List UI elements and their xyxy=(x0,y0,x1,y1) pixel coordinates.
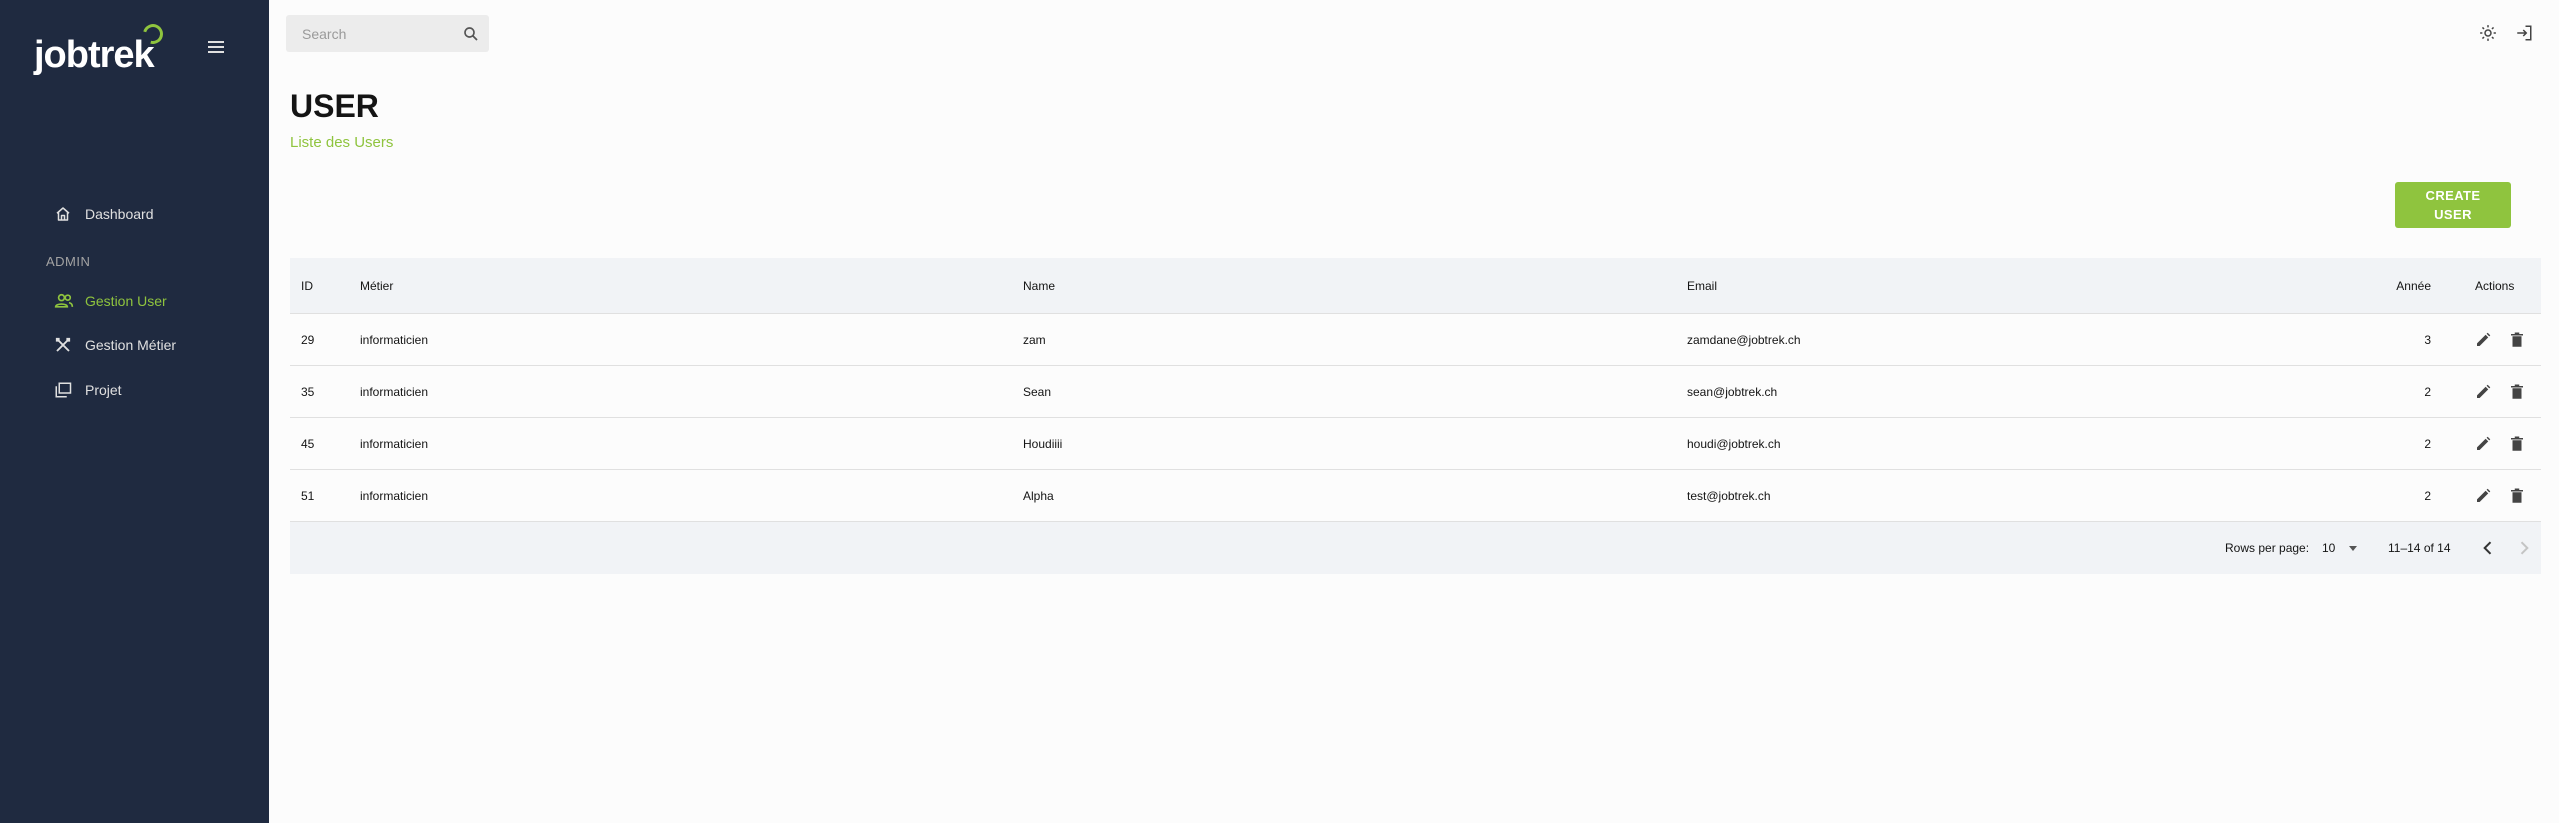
cell-email: zamdane@jobtrek.ch xyxy=(1687,332,1801,347)
cell-id: 35 xyxy=(301,384,315,399)
page-title: USER xyxy=(290,88,379,124)
sidebar-item-label: Gestion Métier xyxy=(85,337,177,353)
jobtrek-logo[interactable]: jobtrek xyxy=(34,20,169,78)
sidebar-item-projet[interactable]: Projet xyxy=(40,374,122,406)
tools-icon xyxy=(40,336,85,354)
cell-email: sean@jobtrek.ch xyxy=(1687,384,1778,399)
pencil-icon[interactable] xyxy=(2474,383,2492,401)
sidebar-item-gestion-metier[interactable]: Gestion Métier xyxy=(40,329,176,361)
pencil-icon[interactable] xyxy=(2474,487,2492,505)
cell-name: Alpha xyxy=(1023,488,1054,503)
trash-icon[interactable] xyxy=(2508,331,2526,349)
table-row[interactable]: 29 informaticien zam zamdane@jobtrek.ch … xyxy=(290,314,2541,366)
rows-per-page-value: 10 xyxy=(2322,541,2336,555)
cell-annee: 3 xyxy=(2424,332,2431,347)
cell-name: zam xyxy=(1023,332,1046,347)
cell-name: Sean xyxy=(1023,384,1052,399)
people-icon xyxy=(40,292,85,310)
cell-annee: 2 xyxy=(2424,384,2431,399)
cell-id: 51 xyxy=(301,488,315,503)
folders-icon xyxy=(40,381,85,399)
search-icon[interactable] xyxy=(462,25,480,43)
column-header-id[interactable]: ID xyxy=(301,258,313,313)
chevron-left-icon[interactable] xyxy=(2478,538,2498,558)
cell-annee: 2 xyxy=(2424,436,2431,451)
trash-icon[interactable] xyxy=(2508,383,2526,401)
cell-metier: informaticien xyxy=(360,436,429,451)
table-row[interactable]: 35 informaticien Sean sean@jobtrek.ch 2 xyxy=(290,366,2541,418)
cell-metier: informaticien xyxy=(360,384,429,399)
table-header-row: ID Métier Name Email Année Actions xyxy=(290,258,2541,314)
rows-per-page-label: Rows per page: xyxy=(2225,541,2310,555)
table-row[interactable]: 51 informaticien Alpha test@jobtrek.ch 2 xyxy=(290,470,2541,522)
pencil-icon[interactable] xyxy=(2474,331,2492,349)
cell-email: houdi@jobtrek.ch xyxy=(1687,436,1781,451)
logout-icon[interactable] xyxy=(2515,24,2533,42)
pagination-range: 11–14 of 14 xyxy=(2388,541,2451,555)
users-table: ID Métier Name Email Année Actions 29 in… xyxy=(290,258,2541,574)
column-header-name[interactable]: Name xyxy=(1023,258,1055,313)
cell-name: Houdiiii xyxy=(1023,436,1063,451)
cell-email: test@jobtrek.ch xyxy=(1687,488,1771,503)
sidebar-item-label: Projet xyxy=(85,382,122,398)
cell-id: 45 xyxy=(301,436,315,451)
caret-down-icon xyxy=(2349,545,2358,551)
sidebar-item-label: Gestion User xyxy=(85,293,167,309)
column-header-email[interactable]: Email xyxy=(1687,258,1717,313)
sidebar: jobtrek Dashboard ADMIN Gestion User Ges… xyxy=(0,0,269,823)
page-subtitle: Liste des Users xyxy=(290,134,394,151)
sun-icon[interactable] xyxy=(2479,24,2497,42)
cell-metier: informaticien xyxy=(360,488,429,503)
sidebar-section-admin: ADMIN xyxy=(46,254,91,269)
menu-icon[interactable] xyxy=(208,41,224,53)
table-row[interactable]: 45 informaticien Houdiiii houdi@jobtrek.… xyxy=(290,418,2541,470)
rows-per-page-select[interactable]: 10 xyxy=(2322,538,2358,558)
cell-annee: 2 xyxy=(2424,488,2431,503)
trash-icon[interactable] xyxy=(2508,435,2526,453)
cell-id: 29 xyxy=(301,332,315,347)
search-input[interactable] xyxy=(286,25,446,42)
pencil-icon[interactable] xyxy=(2474,435,2492,453)
trash-icon[interactable] xyxy=(2508,487,2526,505)
home-icon xyxy=(40,205,85,223)
column-header-annee[interactable]: Année xyxy=(2396,258,2431,313)
search-bar xyxy=(286,15,489,52)
create-user-button[interactable]: CREATE USER xyxy=(2395,182,2511,228)
chevron-right-icon[interactable] xyxy=(2514,538,2534,558)
sidebar-item-dashboard[interactable]: Dashboard xyxy=(40,198,154,230)
column-header-actions: Actions xyxy=(2475,278,2515,293)
cell-metier: informaticien xyxy=(360,332,429,347)
sidebar-item-gestion-user[interactable]: Gestion User xyxy=(40,285,167,317)
table-pagination: Rows per page: 10 11–14 of 14 xyxy=(290,522,2541,574)
sidebar-item-label: Dashboard xyxy=(85,206,154,222)
column-header-metier[interactable]: Métier xyxy=(360,258,393,313)
